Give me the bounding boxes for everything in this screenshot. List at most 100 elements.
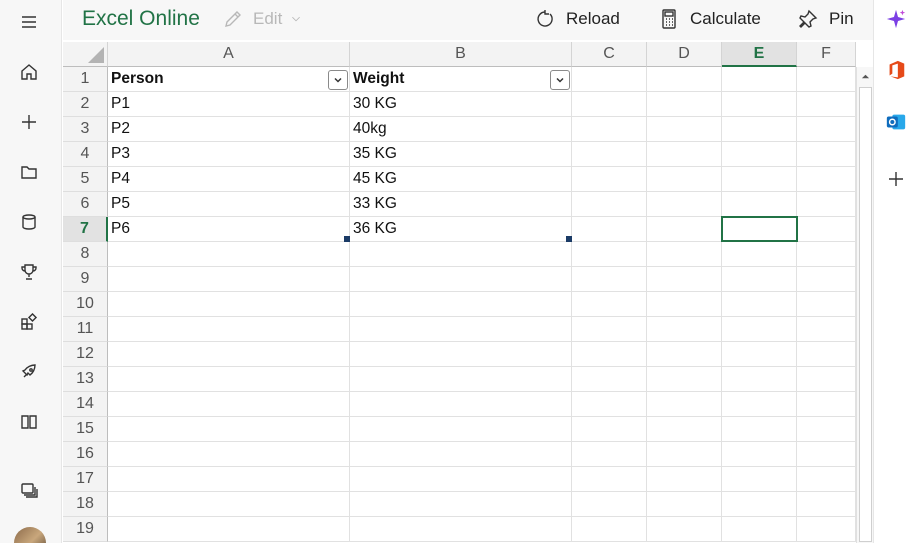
filter-dropdown-b[interactable] <box>550 70 570 90</box>
home-icon[interactable] <box>14 57 44 87</box>
cell-e4[interactable] <box>722 142 797 167</box>
calculate-button[interactable]: Calculate <box>659 5 761 33</box>
cell-a19[interactable] <box>108 517 350 542</box>
cell-a6[interactable]: P5 <box>108 192 350 217</box>
cell-d10[interactable] <box>647 292 722 317</box>
cell-d2[interactable] <box>647 92 722 117</box>
cell-d1[interactable] <box>647 67 722 92</box>
table-resize-handle-a[interactable] <box>344 236 350 242</box>
cell-f17[interactable] <box>797 467 856 492</box>
cell-d9[interactable] <box>647 267 722 292</box>
cell-f2[interactable] <box>797 92 856 117</box>
outlook-icon[interactable] <box>882 108 910 136</box>
cell-f10[interactable] <box>797 292 856 317</box>
cell-a5[interactable]: P4 <box>108 167 350 192</box>
cell-b1[interactable]: Weight <box>350 67 572 92</box>
cell-e14[interactable] <box>722 392 797 417</box>
cell-d12[interactable] <box>647 342 722 367</box>
row-header-18[interactable]: 18 <box>63 492 108 517</box>
cell-c16[interactable] <box>572 442 647 467</box>
cell-b17[interactable] <box>350 467 572 492</box>
row-header-15[interactable]: 15 <box>63 417 108 442</box>
cell-b3[interactable]: 40kg <box>350 117 572 142</box>
cell-e13[interactable] <box>722 367 797 392</box>
cell-a16[interactable] <box>108 442 350 467</box>
cell-f19[interactable] <box>797 517 856 542</box>
cell-b9[interactable] <box>350 267 572 292</box>
pin-button[interactable]: Pin <box>798 5 854 33</box>
cell-c14[interactable] <box>572 392 647 417</box>
cell-a4[interactable]: P3 <box>108 142 350 167</box>
reload-button[interactable]: Reload <box>535 5 620 33</box>
database-icon[interactable] <box>14 207 44 237</box>
cell-b6[interactable]: 33 KG <box>350 192 572 217</box>
cell-c6[interactable] <box>572 192 647 217</box>
cell-a10[interactable] <box>108 292 350 317</box>
column-header-a[interactable]: A <box>108 42 350 67</box>
cell-e10[interactable] <box>722 292 797 317</box>
office-icon[interactable] <box>882 56 910 84</box>
cell-d14[interactable] <box>647 392 722 417</box>
row-header-13[interactable]: 13 <box>63 367 108 392</box>
cell-b15[interactable] <box>350 417 572 442</box>
cell-b14[interactable] <box>350 392 572 417</box>
cell-a17[interactable] <box>108 467 350 492</box>
row-header-16[interactable]: 16 <box>63 442 108 467</box>
cell-f15[interactable] <box>797 417 856 442</box>
cell-e11[interactable] <box>722 317 797 342</box>
cell-f7[interactable] <box>797 217 856 242</box>
row-header-11[interactable]: 11 <box>63 317 108 342</box>
cell-c7[interactable] <box>572 217 647 242</box>
row-header-17[interactable]: 17 <box>63 467 108 492</box>
cell-c2[interactable] <box>572 92 647 117</box>
column-header-c[interactable]: C <box>572 42 647 67</box>
select-all-corner[interactable] <box>63 42 108 67</box>
cell-f11[interactable] <box>797 317 856 342</box>
cell-c12[interactable] <box>572 342 647 367</box>
column-header-b[interactable]: B <box>350 42 572 67</box>
book-icon[interactable] <box>14 407 44 437</box>
cell-b18[interactable] <box>350 492 572 517</box>
cell-a7[interactable]: P6 <box>108 217 350 242</box>
column-header-f[interactable]: F <box>797 42 856 67</box>
row-header-7[interactable]: 7 <box>63 217 108 242</box>
cell-b2[interactable]: 30 KG <box>350 92 572 117</box>
cell-d18[interactable] <box>647 492 722 517</box>
cell-f4[interactable] <box>797 142 856 167</box>
row-header-8[interactable]: 8 <box>63 242 108 267</box>
cell-c15[interactable] <box>572 417 647 442</box>
cell-a14[interactable] <box>108 392 350 417</box>
cell-f12[interactable] <box>797 342 856 367</box>
cell-c5[interactable] <box>572 167 647 192</box>
cell-a11[interactable] <box>108 317 350 342</box>
filter-dropdown-a[interactable] <box>328 70 348 90</box>
row-header-2[interactable]: 2 <box>63 92 108 117</box>
row-header-4[interactable]: 4 <box>63 142 108 167</box>
cell-d19[interactable] <box>647 517 722 542</box>
cell-f3[interactable] <box>797 117 856 142</box>
cell-c13[interactable] <box>572 367 647 392</box>
cell-b13[interactable] <box>350 367 572 392</box>
cell-d15[interactable] <box>647 417 722 442</box>
cell-c17[interactable] <box>572 467 647 492</box>
cell-f18[interactable] <box>797 492 856 517</box>
row-header-9[interactable]: 9 <box>63 267 108 292</box>
cell-b5[interactable]: 45 KG <box>350 167 572 192</box>
rocket-icon[interactable] <box>14 357 44 387</box>
cell-e18[interactable] <box>722 492 797 517</box>
cell-b7[interactable]: 36 KG <box>350 217 572 242</box>
cell-a8[interactable] <box>108 242 350 267</box>
cell-e3[interactable] <box>722 117 797 142</box>
plus-icon[interactable] <box>14 107 44 137</box>
cell-f13[interactable] <box>797 367 856 392</box>
cell-d13[interactable] <box>647 367 722 392</box>
cell-e5[interactable] <box>722 167 797 192</box>
cell-c18[interactable] <box>572 492 647 517</box>
cell-e17[interactable] <box>722 467 797 492</box>
edit-button[interactable]: Edit <box>223 6 312 32</box>
trophy-icon[interactable] <box>14 257 44 287</box>
cell-b16[interactable] <box>350 442 572 467</box>
cell-d17[interactable] <box>647 467 722 492</box>
cell-e9[interactable] <box>722 267 797 292</box>
cell-f9[interactable] <box>797 267 856 292</box>
